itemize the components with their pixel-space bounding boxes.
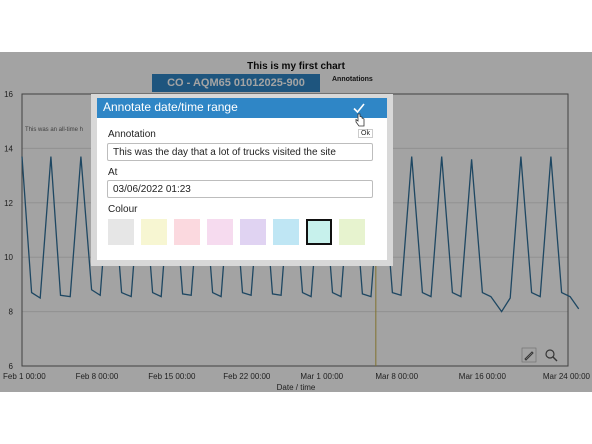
- chart-title: This is my first chart: [247, 61, 345, 72]
- annotations-link[interactable]: Annotations: [332, 76, 373, 83]
- y-tick-label: 10: [4, 253, 13, 262]
- y-tick-label: 12: [4, 199, 13, 208]
- colour-swatch[interactable]: [306, 219, 332, 245]
- x-tick-label: Feb 15 00:00: [148, 372, 196, 381]
- y-axis-ticks: 6 8 10 12 14 16: [4, 90, 13, 371]
- zoom-icon[interactable]: [545, 349, 558, 362]
- annotation-input[interactable]: [107, 143, 373, 161]
- at-input[interactable]: [107, 180, 373, 198]
- y-tick-label: 6: [9, 362, 14, 371]
- x-tick-label: Mar 8 00:00: [375, 372, 418, 381]
- y-tick-label: 14: [4, 144, 13, 153]
- annotation-note-text: This was an all-time h: [25, 127, 83, 133]
- y-tick-label: 8: [9, 308, 14, 317]
- series-chip[interactable]: CO - AQM65 01012025-900: [152, 74, 320, 92]
- colour-swatch[interactable]: [174, 219, 200, 245]
- colour-swatch[interactable]: [240, 219, 266, 245]
- x-tick-label: Feb 8 00:00: [76, 372, 119, 381]
- x-axis-ticks: Feb 1 00:00 Feb 8 00:00 Feb 15 00:00 Feb 22…: [3, 372, 591, 381]
- x-tick-label: Feb 22 00:00: [223, 372, 271, 381]
- dialog-header: Annotate date/time range: [97, 98, 387, 118]
- pencil-icon[interactable]: [521, 347, 537, 363]
- y-tick-label: 16: [4, 90, 13, 99]
- colour-swatch[interactable]: [108, 219, 134, 245]
- x-axis-label: Date / time: [277, 383, 316, 392]
- colour-swatch[interactable]: [273, 219, 299, 245]
- x-tick-label: Mar 1 00:00: [300, 372, 343, 381]
- dialog-title: Annotate date/time range: [103, 100, 238, 114]
- colour-swatch[interactable]: [207, 219, 233, 245]
- x-tick-label: Feb 1 00:00: [3, 372, 46, 381]
- ok-tooltip: Ok: [358, 129, 373, 138]
- annotation-label: Annotation: [108, 129, 156, 140]
- colour-swatch[interactable]: [141, 219, 167, 245]
- colour-swatch[interactable]: [339, 219, 365, 245]
- hand-cursor-icon: [355, 113, 365, 127]
- x-tick-label: Mar 16 00:00: [459, 372, 507, 381]
- annotate-dialog: Annotate date/time range Annotation At C…: [97, 98, 387, 260]
- colour-label: Colour: [108, 204, 138, 215]
- at-label: At: [108, 167, 118, 178]
- x-tick-label: Mar 24 00:00: [543, 372, 591, 381]
